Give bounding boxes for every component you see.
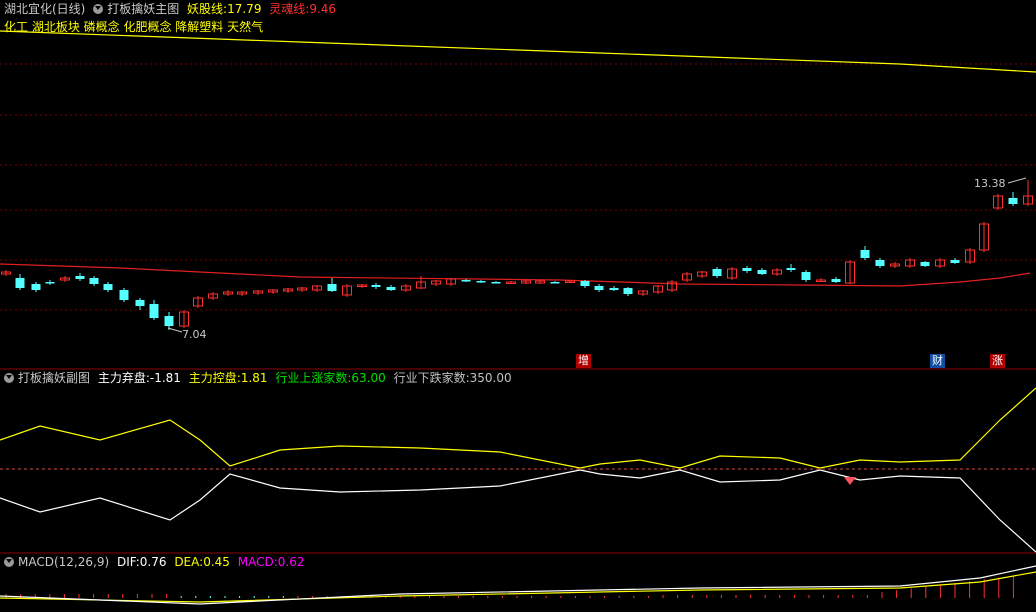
candle-body [875,260,885,266]
sub-indicator-menu-icon[interactable] [4,373,14,383]
soul-line-label: 灵魂线: [269,2,310,16]
low-price-label: 7.04 [182,328,207,341]
candle-body [950,260,960,263]
candle-body [860,250,870,258]
indicator-menu-icon[interactable] [93,4,104,14]
main-indicator-name[interactable]: 打板擒妖主图 [107,2,179,16]
candle-body [386,287,396,290]
candle-body [476,281,486,283]
candle-body [609,288,619,290]
main-control-value: 1.81 [240,371,268,385]
soul-line-value: 9.46 [309,2,337,16]
candle-body [75,276,85,279]
candle-body [580,281,590,286]
candle-body [371,285,381,287]
dif-value: 0.76 [139,555,167,569]
candle-body [149,304,159,318]
sub-indicator-name[interactable]: 打板擒妖副图 [18,371,90,385]
candle-body [757,270,767,274]
low-arrow [167,327,183,333]
dea-label: DEA: [174,555,204,569]
candle-body [742,268,752,271]
candle-body [786,268,796,270]
candle-body [164,316,174,326]
event-marker-zhang[interactable]: 涨 [990,354,1005,368]
candle-body [801,272,811,280]
candle-body [119,290,129,300]
main-control-label: 主力控盘: [188,371,241,385]
yaogu-line [0,30,1036,73]
macd-panel-header: MACD(12,26,9) DIF:0.76 DEA:0.45 MACD:0.6… [4,554,308,570]
macd-label: MACD: [237,555,278,569]
candle-body [15,278,25,288]
kline-chart-canvas[interactable] [0,0,1036,612]
candle-body [594,286,604,290]
yaogu-line-label: 妖股线: [187,2,228,16]
industry-up-label: 行业上涨家数: [275,371,352,385]
candle-body [831,279,841,282]
industry-up-value: 63.00 [351,371,386,385]
event-marker-zeng[interactable]: 增 [576,354,591,368]
main-panel-header: 湖北宜化(日线) 打板擒妖主图 妖股线:17.79 灵魂线:9.46 [4,1,340,17]
candle-body [135,300,145,306]
candle-body [89,278,99,284]
industry-down-value: 350.00 [469,371,512,385]
candle-body [327,284,337,291]
sub-panel-header: 打板擒妖副图 主力弃盘:-1.81 主力控盘:1.81 行业上涨家数:63.00… [4,370,516,386]
macd-indicator-name[interactable]: MACD(12,26,9) [18,555,109,569]
main-abandon-line [0,469,1036,553]
candle-body [623,288,633,294]
dif-label: DIF: [116,555,140,569]
yaogu-line-value: 17.79 [227,2,262,16]
candle-body [461,280,471,282]
candle-body [31,284,41,290]
macd-value: 0.62 [277,555,305,569]
dea-value: 0.45 [203,555,230,569]
macd-menu-icon[interactable] [4,557,14,567]
high-arrow [1007,177,1027,184]
dif-line [0,565,1036,605]
candle-body [103,284,113,290]
main-abandon-value: -1.81 [149,371,181,385]
candle-body [45,282,55,284]
high-price-label: 13.38 [974,177,1006,190]
main-abandon-label: 主力弃盘: [97,371,150,385]
candle-body [491,282,501,284]
sector-tags: 化工 湖北板块 磷概念 化肥概念 降解塑料 天然气 [4,20,264,34]
candle-body [550,282,560,284]
signal-gem-icon [844,477,856,485]
stock-title[interactable]: 湖北宜化(日线) [4,2,85,16]
candle-body [712,269,722,276]
event-marker-cai[interactable]: 财 [930,354,945,368]
industry-down-label: 行业下跌家数: [393,371,470,385]
candle-body [1008,198,1018,204]
dea-line [0,571,1036,603]
candle-body [920,262,930,266]
main-control-line [0,387,1036,469]
